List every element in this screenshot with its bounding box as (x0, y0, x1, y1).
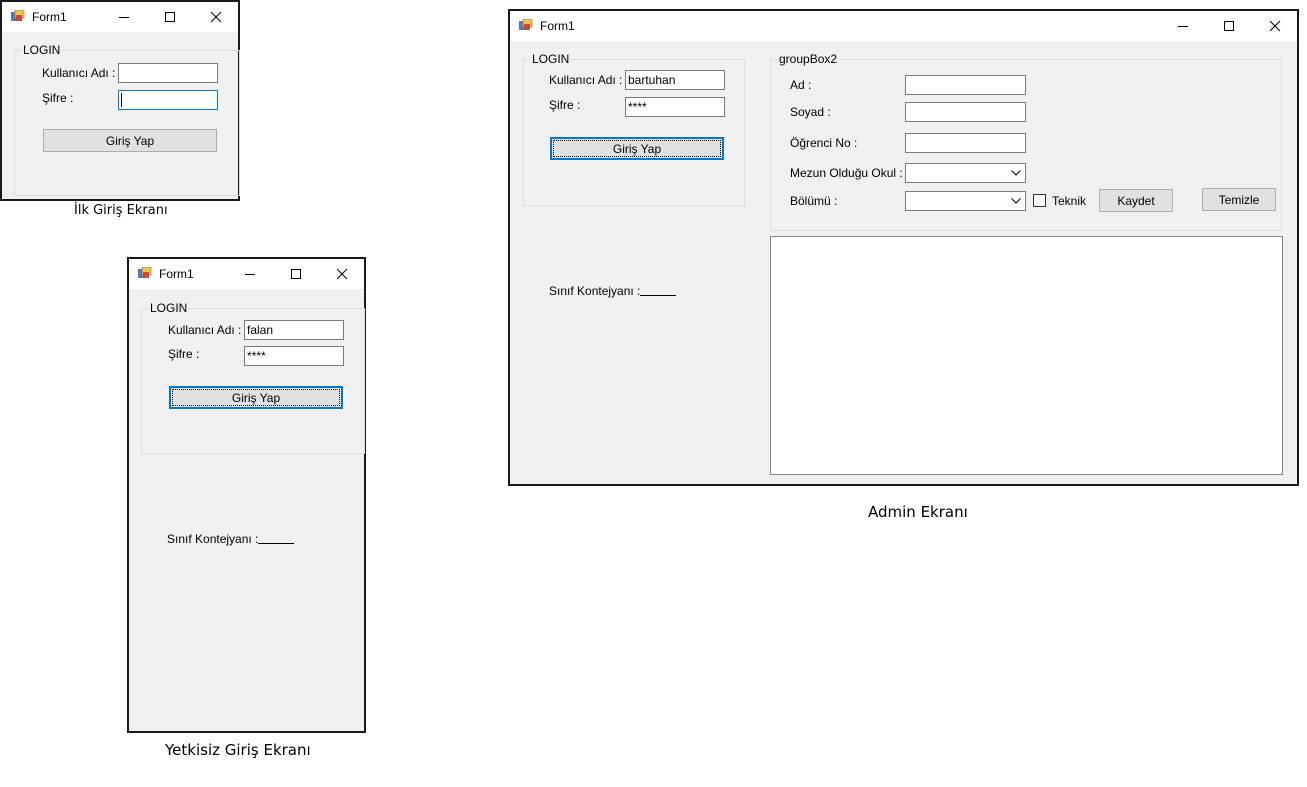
minimize-button[interactable] (1160, 11, 1206, 41)
groupbox-title: LOGIN (21, 43, 63, 57)
school-combobox[interactable] (905, 163, 1026, 183)
admin-screen-caption: Admin Ekranı (868, 503, 968, 521)
name-input[interactable] (905, 75, 1026, 95)
minimize-button[interactable] (227, 259, 273, 289)
groupbox-title: groupBox2 (777, 52, 840, 66)
password-label: Şifre : (42, 91, 74, 105)
chevron-down-icon (1011, 198, 1021, 204)
department-label: Bölümü : (790, 194, 838, 208)
title-bar[interactable]: Form1 (129, 259, 364, 289)
username-input[interactable]: falan (244, 320, 344, 340)
clear-button[interactable]: Temizle (1202, 188, 1276, 211)
username-label: Kullanıcı Adı : (168, 323, 242, 337)
admin-window: Form1 LOGIN Kullanıcı Adı : bartuhan Şif… (508, 9, 1299, 486)
login-groupbox: LOGIN Kullanıcı Adı : falan Şifre : ****… (141, 301, 365, 454)
window-title: Form1 (540, 19, 575, 33)
form-app-icon (138, 267, 152, 278)
password-label: Şifre : (549, 98, 581, 112)
window-title: Form1 (159, 267, 194, 281)
username-label: Kullanıcı Adı : (549, 73, 623, 87)
form-app-icon (519, 19, 533, 30)
close-button[interactable] (193, 2, 239, 32)
maximize-button[interactable] (273, 259, 319, 289)
school-label: Mezun Olduğu Okul : (790, 166, 903, 180)
window-title: Form1 (32, 10, 67, 24)
student-no-input[interactable] (905, 133, 1026, 153)
title-bar[interactable]: Form1 (510, 11, 1297, 41)
password-input[interactable] (118, 90, 218, 110)
class-quota-value (640, 295, 676, 296)
password-input[interactable]: **** (625, 97, 725, 117)
class-quota-label: Sınıf Kontejyanı : (167, 532, 259, 546)
close-button[interactable] (319, 259, 365, 289)
groupbox-title: LOGIN (148, 301, 190, 315)
class-quota-label: Sınıf Kontejyanı : (549, 284, 641, 298)
login-button[interactable]: Giriş Yap (550, 137, 724, 160)
password-input[interactable]: **** (244, 346, 344, 366)
login-window-initial: Form1 LOGIN Kullanıcı Adı : Şifre : Giri… (0, 0, 240, 201)
focus-rectangle (553, 140, 721, 157)
technical-checkbox[interactable] (1033, 194, 1046, 207)
initial-screen-caption: İlk Giriş Ekranı (74, 203, 168, 218)
unauthorized-screen-caption: Yetkisiz Giriş Ekranı (165, 741, 311, 759)
maximize-button[interactable] (1206, 11, 1252, 41)
login-groupbox: LOGIN Kullanıcı Adı : bartuhan Şifre : *… (523, 52, 745, 206)
login-groupbox: LOGIN Kullanıcı Adı : Şifre : Giriş Yap (14, 43, 240, 196)
focus-rectangle (172, 389, 340, 406)
text-caret (121, 93, 122, 107)
technical-label: Teknik (1052, 194, 1087, 208)
minimize-button[interactable] (101, 2, 147, 32)
groupbox-title: LOGIN (530, 52, 572, 66)
chevron-down-icon (1011, 170, 1021, 176)
surname-input[interactable] (905, 102, 1026, 122)
title-bar[interactable]: Form1 (2, 2, 238, 32)
login-button[interactable]: Giriş Yap (43, 129, 217, 152)
password-label: Şifre : (168, 347, 200, 361)
username-input[interactable] (118, 63, 218, 83)
username-label: Kullanıcı Adı : (42, 66, 116, 80)
login-window-unauthorized: Form1 LOGIN Kullanıcı Adı : falan Şifre … (127, 257, 366, 733)
form-app-icon (11, 10, 25, 21)
name-label: Ad : (790, 78, 812, 92)
class-quota-value (258, 543, 294, 544)
department-combobox[interactable] (905, 191, 1026, 211)
surname-label: Soyad : (790, 105, 831, 119)
save-button[interactable]: Kaydet (1099, 189, 1173, 212)
close-button[interactable] (1252, 11, 1298, 41)
student-groupbox: groupBox2 Ad : Soyad : Öğrenci No : Mezu… (770, 52, 1282, 231)
records-listbox[interactable] (770, 236, 1283, 475)
maximize-button[interactable] (147, 2, 193, 32)
student-no-label: Öğrenci No : (790, 136, 858, 150)
login-button[interactable]: Giriş Yap (169, 386, 343, 409)
username-input[interactable]: bartuhan (625, 70, 725, 90)
